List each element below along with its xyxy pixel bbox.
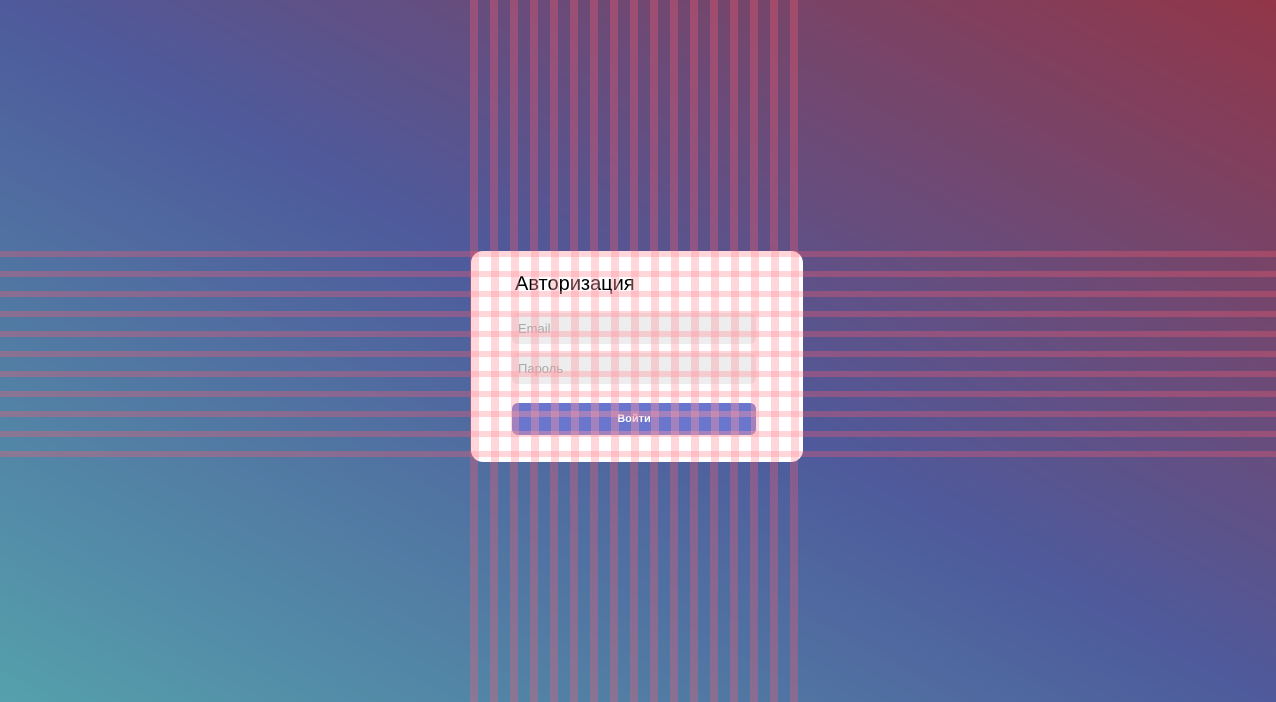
email-input[interactable] [512,313,756,344]
password-input[interactable] [512,353,756,384]
login-card: Авторизация Войти [471,251,803,462]
login-title: Авторизация [515,273,635,295]
login-button[interactable]: Войти [512,403,756,435]
